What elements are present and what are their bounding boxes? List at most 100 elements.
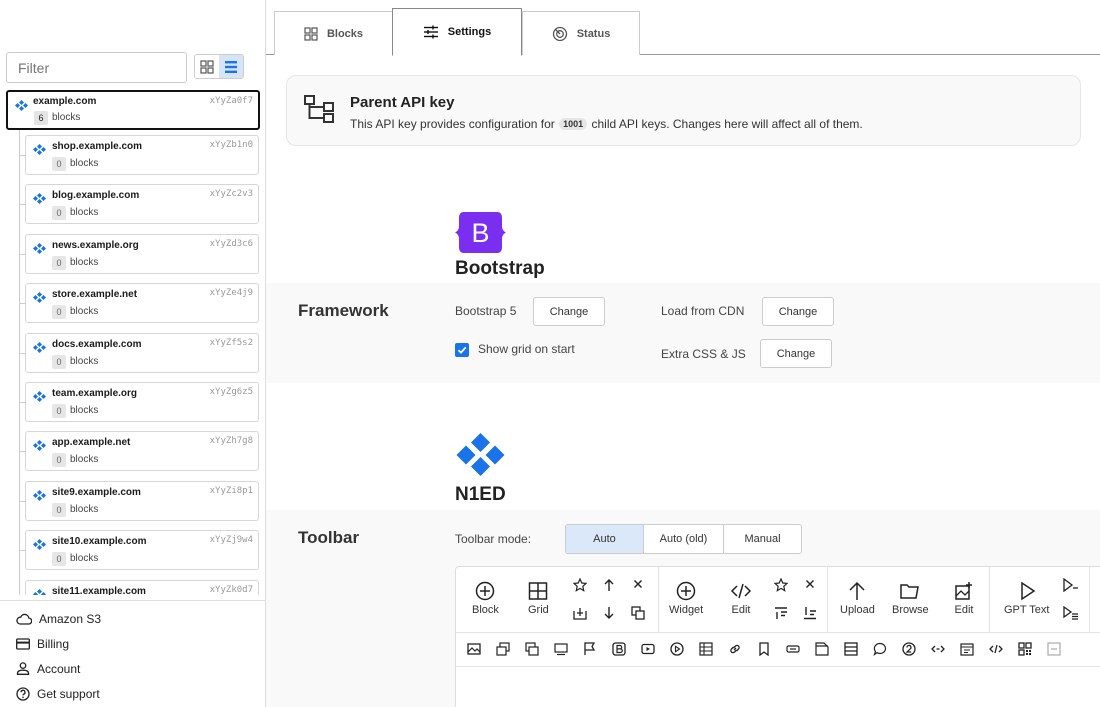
toolbar-block-button[interactable]: Block	[472, 581, 499, 616]
hierarchy-icon	[304, 95, 334, 123]
toolbar-edit-image-button[interactable]: Edit	[954, 581, 974, 616]
site-card[interactable]: app.example.net xYyZh7g8 0 blocks	[19, 431, 259, 472]
number-two-icon[interactable]	[902, 642, 916, 656]
close-icon[interactable]	[633, 579, 643, 589]
toolbar-preview: Block Grid Widget Edit Upload Browse Edi…	[455, 566, 1100, 707]
site-card[interactable]: site11.example.comxYyZk0d70blocks	[25, 579, 259, 595]
play-circle-icon[interactable]	[670, 642, 684, 656]
site-api-key: xYyZi8p1	[209, 485, 253, 496]
site-diamond-icon	[33, 292, 46, 304]
tab-label: Settings	[447, 26, 492, 38]
check-icon	[457, 346, 467, 354]
n1ed-title: N1ED	[455, 484, 506, 505]
slider-image-icon[interactable]	[554, 642, 568, 656]
embed-icon[interactable]	[931, 642, 945, 656]
close-icon[interactable]	[805, 579, 815, 589]
site-blocks-label: blocks	[70, 158, 99, 169]
align-top-icon[interactable]	[774, 606, 788, 620]
images-icon[interactable]	[496, 642, 510, 656]
grid-view-button[interactable]	[195, 55, 219, 78]
extra-css-change-button[interactable]: Change	[760, 339, 832, 368]
mode-auto[interactable]: Auto	[566, 525, 644, 553]
divider-icon[interactable]	[1047, 642, 1061, 656]
list-view-button[interactable]	[219, 55, 243, 78]
toolbar-gpt-text-button[interactable]: GPT Text	[1004, 581, 1049, 616]
toolbar-grid-button[interactable]: Grid	[528, 581, 549, 616]
toolbar-browse-button[interactable]: Browse	[892, 581, 929, 616]
tree-branch	[19, 451, 26, 453]
link-icon[interactable]	[728, 642, 742, 656]
site-api-key: xYyZd3c6	[209, 238, 253, 249]
html-code-icon[interactable]	[989, 642, 1003, 656]
image-icon[interactable]	[467, 642, 481, 656]
star-icon[interactable]	[573, 578, 587, 592]
speech-bubble-icon[interactable]	[873, 642, 887, 656]
nav-amazon-s3[interactable]: Amazon S3	[0, 606, 266, 631]
site-icon-wrap	[33, 290, 46, 308]
align-bottom-icon[interactable]	[803, 606, 817, 620]
button-widget-icon[interactable]	[786, 642, 800, 656]
site-block-count: 0	[52, 255, 66, 270]
site-icon-wrap	[15, 98, 28, 116]
table-icon[interactable]	[699, 642, 713, 656]
nav-billing[interactable]: Billing	[0, 631, 266, 656]
show-grid-checkbox[interactable]	[455, 343, 469, 357]
user-icon	[16, 662, 30, 675]
site-card[interactable]: site9.example.com xYyZi8p1 0 blocks	[19, 480, 259, 521]
cdn-label: Load from CDN	[661, 304, 745, 318]
toolbar-button-label: Block	[472, 604, 499, 616]
site-card[interactable]: team.example.org xYyZg6z5 0 blocks	[19, 382, 259, 422]
framework-section-title: Framework	[298, 301, 389, 320]
cdn-change-button[interactable]: Change	[762, 297, 834, 326]
play-line-icon[interactable]	[1063, 578, 1079, 592]
qr-code-icon[interactable]	[1018, 642, 1032, 656]
tab-status[interactable]: Status	[522, 11, 640, 55]
arrow-down-icon[interactable]	[603, 606, 615, 620]
site-card[interactable]: site10.example.com xYyZj9w4 0 blocks	[19, 530, 259, 571]
site-name: site9.example.com	[52, 486, 141, 498]
bootstrap-icon[interactable]	[612, 642, 626, 656]
filter-input[interactable]	[6, 52, 187, 83]
toolbar-widget-button[interactable]: Widget	[669, 581, 703, 616]
bootstrap-logo-letter: B	[471, 218, 489, 248]
video-icon[interactable]	[641, 642, 655, 656]
toolbar-upload-button[interactable]: Upload	[840, 581, 875, 616]
flag-icon[interactable]	[583, 642, 597, 656]
framework-change-button[interactable]: Change	[533, 297, 605, 326]
gallery-icon[interactable]	[525, 642, 539, 656]
site-card[interactable]: store.example.net xYyZe4j9 0 blocks	[19, 283, 259, 324]
insert-below-icon[interactable]	[573, 606, 587, 620]
site-card[interactable]: news.example.org xYyZd3c6 0 blocks	[19, 233, 259, 274]
parent-key-title: Parent API key	[350, 94, 455, 111]
play-list-icon[interactable]	[1063, 606, 1079, 620]
nav-get-support[interactable]: Get support	[0, 681, 266, 706]
site-blocks-label: blocks	[70, 454, 99, 466]
site-card-root[interactable]: example.com xYyZa0f7 6 blocks	[6, 90, 260, 130]
site-name: site10.example.com	[52, 536, 147, 548]
site-block-count: 0	[52, 354, 66, 369]
tree-branch	[19, 352, 26, 354]
tab-settings[interactable]: Settings	[392, 8, 522, 56]
bookmark-icon[interactable]	[757, 642, 771, 656]
toolbar-mode-label: Toolbar mode:	[455, 532, 532, 546]
site-card[interactable]: docs.example.com xYyZf5s2 0 blocks	[19, 332, 259, 373]
calendar-icon[interactable]	[960, 642, 974, 656]
site-icon-wrap	[33, 389, 46, 407]
star-icon[interactable]	[774, 578, 788, 592]
mode-auto-old[interactable]: Auto (old)	[644, 525, 724, 553]
site-card[interactable]: shop.example.com xYyZb1n0 0 blocks	[19, 135, 259, 175]
duplicate-icon[interactable]	[631, 606, 645, 620]
layout-icon[interactable]	[844, 642, 858, 656]
tab-blocks[interactable]: Blocks	[274, 11, 393, 55]
grid-icon	[200, 59, 214, 74]
child-count-badge: 1001	[559, 118, 588, 130]
toolbar-edit-code-button[interactable]: Edit	[730, 581, 752, 616]
arrow-up-icon[interactable]	[603, 578, 615, 592]
tree-line	[19, 130, 20, 595]
card-icon[interactable]	[815, 642, 829, 656]
site-api-key: xYyZk0d7	[209, 584, 253, 595]
mode-manual[interactable]: Manual	[724, 525, 801, 553]
site-card[interactable]: blog.example.com xYyZc2v3 0 blocks	[19, 184, 259, 225]
nav-account[interactable]: Account	[0, 656, 266, 681]
site-api-key: xYyZg6z5	[209, 387, 253, 397]
